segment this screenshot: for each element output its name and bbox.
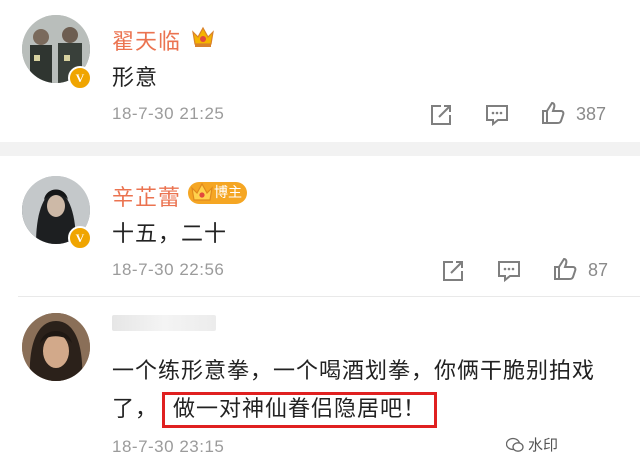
comment-text: 形意 <box>112 66 159 91</box>
timestamp: 18-7-30 22:56 <box>112 260 225 279</box>
avatar-image <box>22 313 90 381</box>
blogger-tag: 博主 <box>188 182 247 204</box>
wechat-icon <box>506 437 524 452</box>
watermark-text: 水印 <box>528 436 559 454</box>
comment-item: V 辛芷蕾 博主 十五，二十 18-7-30 22:56 87 <box>0 156 640 296</box>
comment-icon[interactable] <box>484 102 510 128</box>
comment-text: 一个练形意拳，一个喝酒划拳，你俩干脆别拍戏了， 做一对神仙眷侣隐居吧！ <box>112 353 612 429</box>
avatar[interactable] <box>22 313 90 381</box>
comment-text: 十五，二十 <box>112 222 228 247</box>
like-count: 87 <box>588 260 609 280</box>
share-icon[interactable] <box>440 258 466 284</box>
crown-icon <box>190 24 216 48</box>
highlighted-text: 做一对神仙眷侣隐居吧！ <box>162 392 438 428</box>
like-count: 387 <box>576 104 607 124</box>
verified-badge: V <box>68 66 92 90</box>
username[interactable]: 翟天临 <box>112 24 181 56</box>
share-icon[interactable] <box>428 102 454 128</box>
blogger-tag-label: 博主 <box>214 185 242 201</box>
timestamp: 18-7-30 21:25 <box>112 104 225 123</box>
comment-item: V 翟天临 形意 18-7-30 21:25 387 <box>0 0 640 142</box>
comment-icon[interactable] <box>496 258 522 284</box>
crown-icon <box>191 182 213 201</box>
watermark: 水印 <box>506 434 558 455</box>
blurred-username <box>112 315 216 331</box>
like-icon[interactable] <box>552 256 578 282</box>
section-separator <box>0 142 640 156</box>
verified-badge: V <box>68 226 92 250</box>
username[interactable]: 辛芷蕾 <box>112 180 181 212</box>
like-icon[interactable] <box>540 100 566 126</box>
timestamp: 18-7-30 23:15 <box>112 437 225 456</box>
